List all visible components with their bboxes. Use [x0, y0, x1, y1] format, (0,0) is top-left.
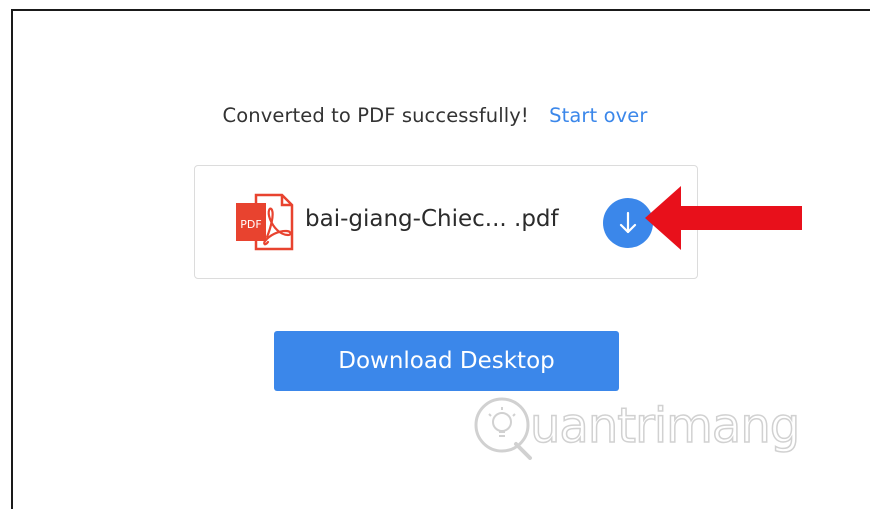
quantrimang-logo — [474, 397, 532, 460]
start-over-link[interactable]: Start over — [549, 104, 647, 127]
svg-text:PDF: PDF — [240, 218, 261, 231]
quantrimang-watermark: uantrimang — [472, 392, 832, 462]
success-message: Converted to PDF successfully! — [222, 104, 529, 127]
watermark-text: uantrimang — [529, 397, 801, 455]
pdf-file-icon: PDF — [234, 193, 294, 251]
red-arrow-left-icon — [645, 186, 802, 250]
download-desktop-button[interactable]: Download Desktop — [274, 331, 619, 391]
converted-file-card: PDF bai-giang-Chiec... .pdf — [194, 165, 698, 279]
file-name: bai-giang-Chiec... .pdf — [305, 206, 559, 232]
conversion-status: Converted to PDF successfully! Start ove… — [0, 104, 870, 127]
